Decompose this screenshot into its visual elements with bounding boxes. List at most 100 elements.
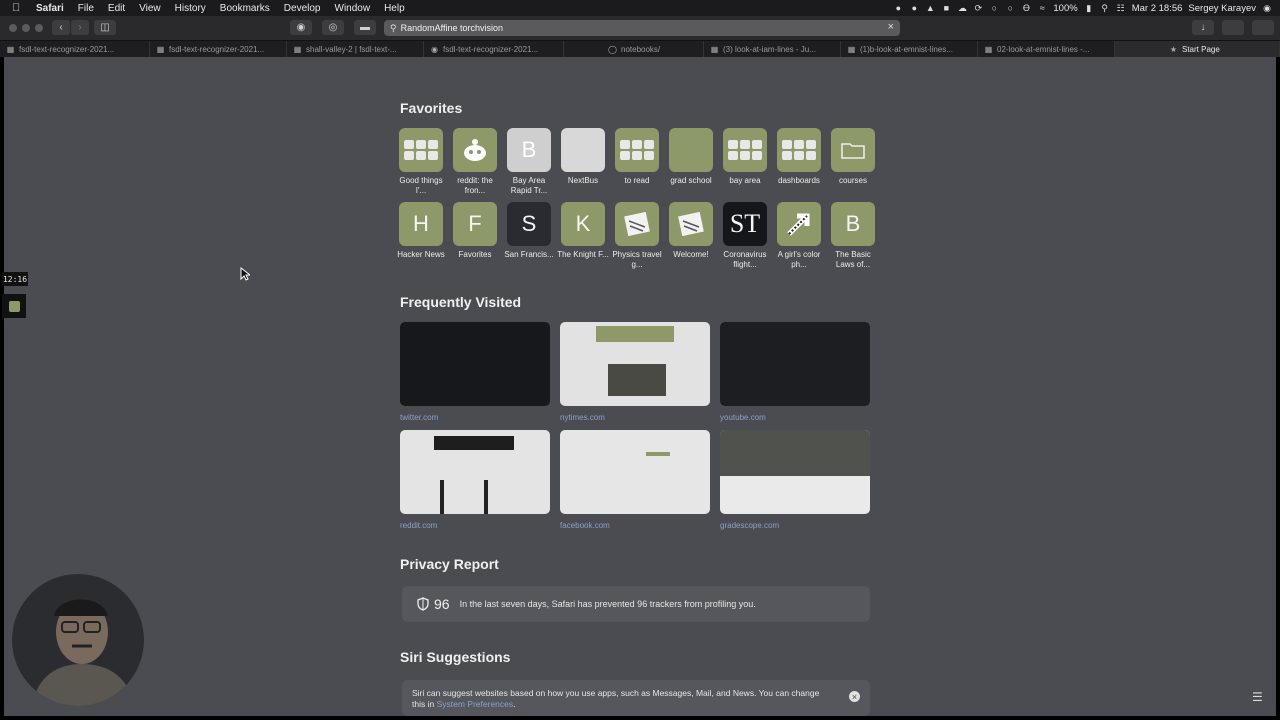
forward-button[interactable]: › [71,20,89,35]
person-icon [32,599,134,706]
favorite-item[interactable]: NextBus [556,128,610,186]
tracker-count: 96 [434,596,450,612]
site-label[interactable]: nytimes.com [560,413,605,422]
favorite-item[interactable]: B Bay Area Rapid Tr... [502,128,556,196]
favorite-label: dashboards [778,176,820,185]
favorite-label: The Basic Laws of... [835,250,871,269]
status-icon[interactable]: ● [893,3,903,13]
menu-edit[interactable]: Edit [108,3,125,14]
tab[interactable]: ▦ 02-look-at-emnist-lines -... [978,41,1115,57]
clear-address-icon[interactable]: × [888,21,894,33]
status-icon[interactable]: ● [909,3,919,13]
status-icon[interactable]: ▲ [925,3,935,13]
close-window-button[interactable] [9,24,17,32]
favorite-item[interactable]: courses [826,128,880,186]
tab[interactable]: ▦ fsdl-text-recognizer-2021... [150,41,287,57]
cloud-icon[interactable]: ☁ [957,3,967,13]
favorite-item[interactable]: ST Coronavirus flight... [718,202,772,270]
favorite-item[interactable]: grad school [664,128,718,186]
favorite-item[interactable]: reddit: the fron... [448,128,502,196]
site-label[interactable]: facebook.com [560,521,610,530]
favorite-item[interactable]: B The Basic Laws of... [826,202,880,270]
favorite-tile: S [507,202,551,246]
downloads-icon[interactable]: ↓ [1192,20,1214,35]
overlay-widget-icon [2,294,26,318]
privacy-report-card[interactable]: 96 In the last seven days, Safari has pr… [402,586,870,622]
site-label[interactable]: gradescope.com [720,521,779,530]
wifi-icon[interactable]: ≈ [1037,3,1047,13]
system-preferences-link[interactable]: System Preferences [437,699,514,709]
site-thumbnail[interactable] [720,322,870,406]
user-name[interactable]: Sergey Karayev [1188,3,1256,14]
menu-view[interactable]: View [139,3,161,14]
tab[interactable]: ▦ fsdl-text-recognizer-2021... [0,41,150,57]
site-label[interactable]: twitter.com [400,413,438,422]
zoom-window-button[interactable] [35,24,43,32]
site-thumbnail[interactable] [400,430,550,514]
favorite-item[interactable]: A girl's color ph... [772,202,826,270]
tab[interactable]: ▦ shall-valley-2 | fsdl-text-... [287,41,424,57]
favorite-item[interactable]: S San Francis... [502,202,556,260]
favorite-label: San Francis... [504,250,554,259]
search-icon[interactable]: ⚲ [1100,3,1110,13]
favorite-label: to read [624,176,650,185]
folder-icon [831,128,875,172]
paper-icon [615,202,659,246]
favorite-item[interactable]: dashboards [772,128,826,186]
control-center-icon[interactable]: ☷ [1116,3,1126,13]
battery-icon[interactable]: ▮ [1084,3,1094,13]
bluetooth-icon[interactable]: ϴ [1021,3,1031,13]
tab[interactable]: ▦ (1)b-look-at-emnist-lines... [841,41,978,57]
favorite-item[interactable]: F Favorites [448,202,502,260]
tab[interactable]: ◉ fsdl-text-recognizer-2021... [424,41,564,57]
extension-icon[interactable]: ◎ [322,20,344,35]
siri-suggestions-heading: Siri Suggestions [400,649,511,665]
site-label[interactable]: youtube.com [720,413,766,422]
apple-menu-icon[interactable]:  [12,2,26,14]
menu-help[interactable]: Help [384,3,405,14]
favorite-item[interactable]: Physics travel g... [610,202,664,270]
site-thumbnail[interactable] [720,430,870,514]
clock-datetime[interactable]: Mar 2 18:56 [1132,3,1183,14]
new-tab-icon[interactable] [1252,20,1274,35]
menu-history[interactable]: History [175,3,206,14]
address-bar-text[interactable]: RandomAffine torchvision [401,23,503,33]
customize-start-page-icon[interactable]: ☰ [1252,690,1268,706]
favorite-item[interactable]: K The Knight F... [556,202,610,260]
menu-app[interactable]: Safari [36,3,64,14]
back-button[interactable]: ‹ [52,20,70,35]
favorite-item[interactable]: Good things I'... [394,128,448,196]
extension-icon[interactable]: ◉ [290,20,312,35]
notebook-icon: ▦ [6,44,15,54]
favorite-item[interactable]: H Hacker News [394,202,448,260]
camera-icon[interactable]: ■ [941,3,951,13]
share-icon[interactable] [1222,20,1244,35]
site-thumbnail[interactable] [400,322,550,406]
tab[interactable]: ▦ (3) look-at-iam-lines - Ju... [704,41,841,57]
sidebar-toggle-icon[interactable]: ◫ [94,20,116,35]
sync-icon[interactable]: ⟳ [973,3,983,13]
siri-icon[interactable]: ◉ [1262,3,1272,13]
site-label[interactable]: reddit.com [400,521,437,530]
github-icon: ◉ [431,44,438,54]
site-thumbnail[interactable] [560,322,710,406]
menu-file[interactable]: File [78,3,94,14]
frequently-visited-heading: Frequently Visited [400,294,522,310]
menu-window[interactable]: Window [335,3,371,14]
reddit-icon [453,128,497,172]
minimize-window-button[interactable] [22,24,30,32]
favorite-label: Good things I'... [399,176,443,195]
status-icon[interactable]: ○ [989,3,999,13]
tab-start-page[interactable]: ★ Start Page [1115,41,1280,57]
status-icon[interactable]: ○ [1005,3,1015,13]
close-icon[interactable]: × [849,691,860,702]
favorite-item[interactable]: to read [610,128,664,186]
menu-bookmarks[interactable]: Bookmarks [220,3,270,14]
favorite-item[interactable]: Welcome! [664,202,718,260]
site-thumbnail[interactable] [560,430,710,514]
shield-icon[interactable]: ▬ [354,20,376,35]
favorite-item[interactable]: bay area [718,128,772,186]
tab[interactable]: ◯ notebooks/ [564,41,704,57]
address-bar[interactable]: ⚲ RandomAffine torchvision × [384,20,900,36]
menu-develop[interactable]: Develop [284,3,321,14]
